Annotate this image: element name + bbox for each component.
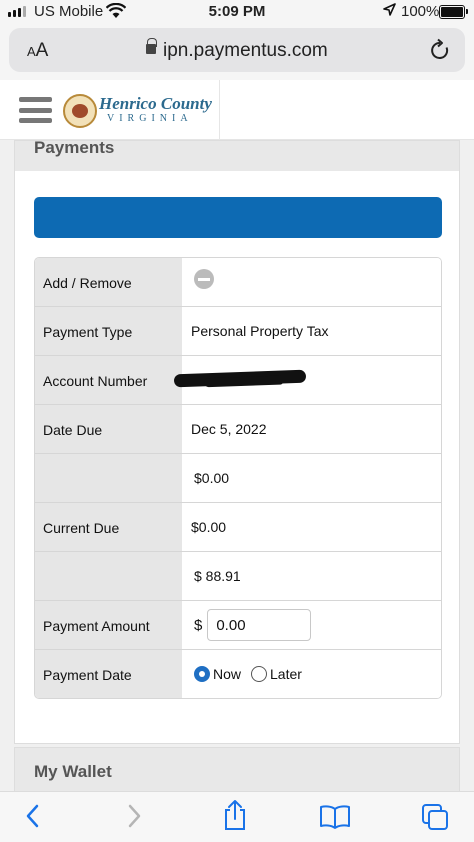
row-value (182, 258, 441, 306)
table-row-add-remove: Add / Remove (35, 258, 441, 307)
text-size-button[interactable]: AA (27, 40, 48, 62)
radio-now[interactable]: Now (194, 666, 241, 682)
date-due-value: Dec 5, 2022 (182, 405, 441, 453)
table-row-payment-type: Payment Type Personal Property Tax (35, 307, 441, 356)
payment-amount-input[interactable] (207, 609, 312, 641)
row-label: Current Due (35, 503, 182, 551)
lock-icon (146, 38, 157, 54)
row-label-empty (35, 552, 182, 600)
account-number-value (173, 356, 441, 404)
payment-amount-cell: $ (182, 601, 441, 649)
hamburger-menu-icon[interactable] (19, 97, 52, 123)
status-bar: US Mobile 5:09 PM 100% (0, 0, 474, 24)
main-content: Payments Add / Remove Payment Type Perso… (0, 139, 474, 807)
minus-circle-icon[interactable] (194, 269, 214, 289)
payment-header-bar (34, 197, 442, 238)
payment-details-table: Add / Remove Payment Type Personal Prope… (34, 257, 442, 699)
address-bar[interactable]: AA ipn.paymentus.com (9, 28, 465, 72)
radio-later-label: Later (270, 666, 302, 682)
table-row-payment-amount: Payment Amount $ (35, 601, 441, 650)
radio-later[interactable]: Later (251, 666, 302, 682)
battery-icon (439, 5, 468, 19)
location-arrow-icon (383, 3, 396, 20)
row-label: Account Number (35, 356, 182, 404)
url-text[interactable]: ipn.paymentus.com (163, 40, 328, 62)
payments-card: Payments Add / Remove Payment Type Perso… (14, 139, 460, 744)
payment-date-options: Now Later (182, 650, 441, 698)
battery-percentage: 100% (401, 3, 440, 20)
row-label: Payment Amount (35, 601, 182, 649)
reload-icon[interactable] (429, 38, 451, 67)
radio-now-button[interactable] (194, 666, 210, 682)
tabs-icon[interactable] (421, 803, 449, 836)
row-label: Payment Date (35, 650, 182, 698)
book-icon[interactable] (319, 804, 351, 835)
logo-county-name: Henrico County (99, 94, 212, 113)
payments-section-title: Payments (15, 139, 459, 171)
table-row-balance: $ 88.91 (35, 552, 441, 601)
balance-value: $ 88.91 (182, 552, 441, 600)
table-row-account-number: Account Number (35, 356, 441, 405)
table-row-amount: $0.00 (35, 454, 441, 503)
table-row-current-due: Current Due $0.00 (35, 503, 441, 552)
current-due-value: $0.00 (182, 503, 441, 551)
chevron-right-icon[interactable] (124, 802, 144, 835)
row-label-empty (35, 454, 182, 502)
radio-later-button[interactable] (251, 666, 268, 682)
wallet-section-title: My Wallet (34, 762, 112, 781)
henrico-county-logo[interactable]: Henrico County VIRGINIA (63, 94, 212, 128)
radio-now-label: Now (213, 666, 242, 682)
chevron-left-icon[interactable] (23, 802, 43, 835)
county-seal-icon (63, 94, 97, 128)
browser-toolbar (0, 791, 474, 842)
logo-state-name: VIRGINIA (107, 113, 193, 124)
payment-type-value: Personal Property Tax (182, 307, 441, 355)
share-icon[interactable] (222, 799, 248, 836)
header-divider (219, 80, 220, 140)
currency-symbol: $ (194, 616, 203, 634)
site-header: Henrico County VIRGINIA (0, 80, 474, 140)
row-label: Payment Type (35, 307, 182, 355)
row-label: Date Due (35, 405, 182, 453)
redaction-mark (173, 369, 307, 388)
browser-address-area: AA ipn.paymentus.com (0, 24, 474, 80)
amount-value: $0.00 (182, 454, 441, 502)
table-row-payment-date: Payment Date Now Later (35, 650, 441, 698)
row-label: Add / Remove (35, 258, 182, 306)
table-row-date-due: Date Due Dec 5, 2022 (35, 405, 441, 454)
